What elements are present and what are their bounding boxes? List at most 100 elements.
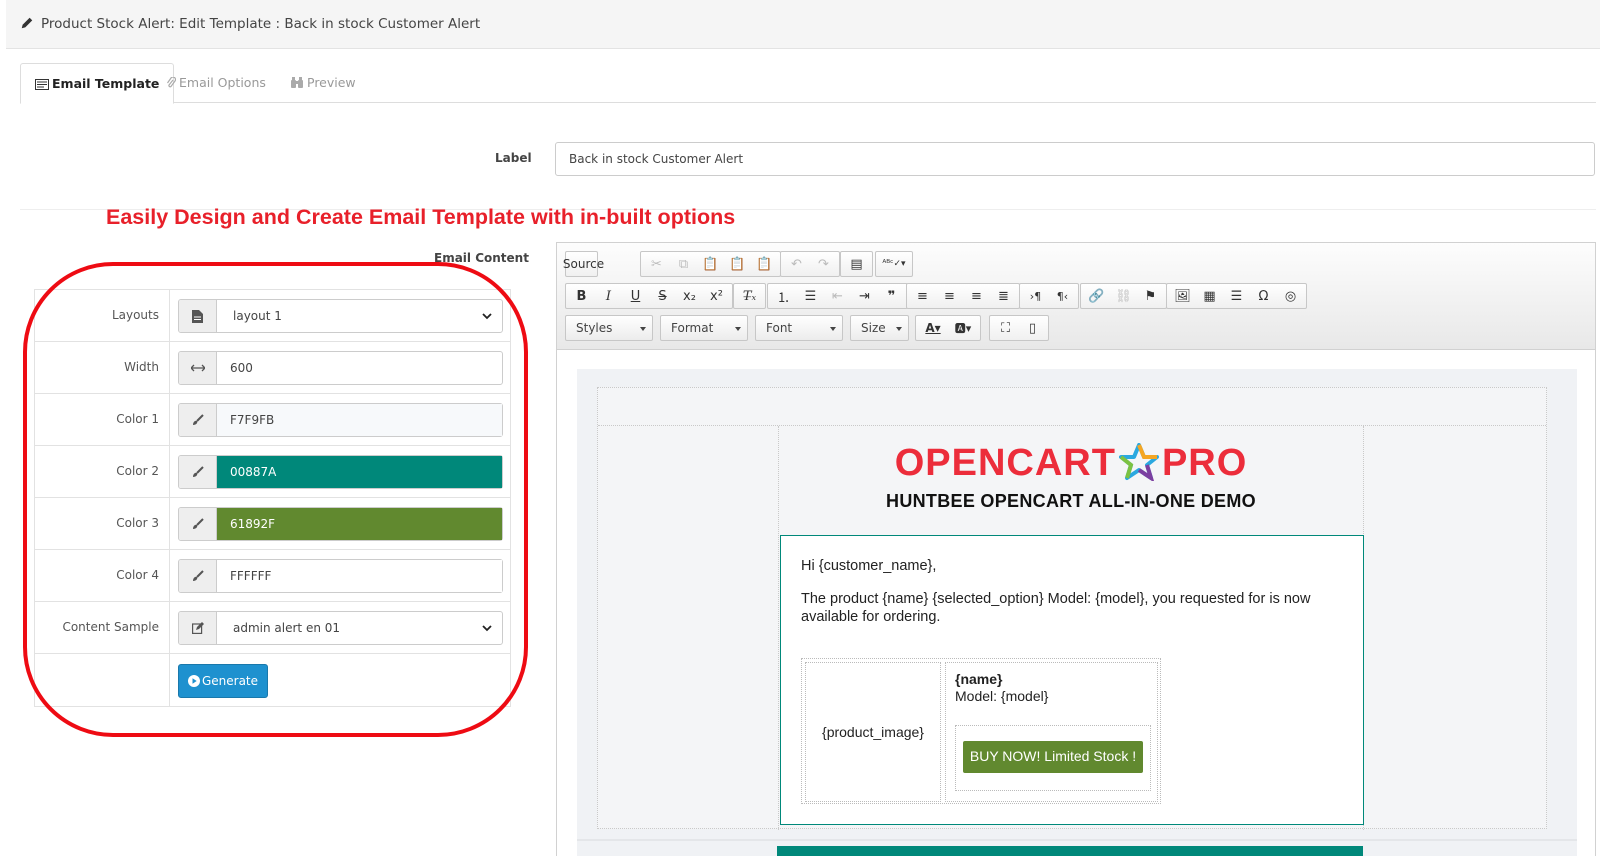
email-logo-area: OPENCART PRO HUNTBEE OPENCART ALL-IN-ONE … (779, 426, 1363, 536)
option-row-width: Width 600 (35, 342, 510, 394)
copy-icon[interactable]: ⧉ (670, 253, 697, 275)
color2-input[interactable]: 00887A (178, 455, 503, 489)
tab-preview[interactable]: Preview (290, 63, 356, 103)
maximize-icon[interactable]: ⛶ (992, 317, 1019, 339)
pencil-icon (21, 17, 33, 29)
blockquote-icon[interactable]: ❞ (878, 285, 905, 307)
caret-down-icon (830, 327, 836, 331)
outdent-icon[interactable]: ⇤ (824, 285, 851, 307)
email-message: The product {name} {selected_option} Mod… (801, 591, 1311, 625)
paste-text-icon[interactable]: 📋 (724, 253, 751, 275)
email-content-label: Email Content (434, 251, 529, 265)
page-header: Product Stock Alert: Edit Template : Bac… (6, 0, 1600, 49)
paste-word-icon[interactable]: 📋 (751, 253, 778, 275)
italic-icon[interactable]: I (595, 285, 622, 307)
binoculars-icon (291, 77, 303, 88)
brush-icon (179, 508, 217, 540)
brush-icon (179, 456, 217, 488)
caret-down-icon (640, 327, 646, 331)
align-left-icon[interactable]: ≡ (909, 285, 936, 307)
show-blocks-icon[interactable]: ▯ (1019, 317, 1046, 339)
tab-email-template[interactable]: Email Template (20, 63, 175, 104)
remove-format-icon[interactable]: T̶ₓ (736, 285, 763, 307)
numbered-list-icon[interactable]: ⒈ (770, 285, 797, 307)
content-sample-select[interactable]: admin alert en 01 (178, 611, 503, 645)
editor-canvas[interactable]: OPENCART PRO HUNTBEE OPENCART ALL-IN-ONE … (577, 369, 1577, 856)
bold-icon[interactable]: B (568, 285, 595, 307)
buy-now-button[interactable]: BUY NOW! Limited Stock ! (963, 741, 1143, 773)
option-row-color4: Color 4 FFFFFF (35, 550, 510, 602)
edit-icon (179, 612, 217, 644)
redo-icon[interactable]: ↷ (810, 253, 837, 275)
justify-icon[interactable]: ≣ (990, 285, 1017, 307)
templates-icon[interactable]: ▤ (843, 253, 870, 275)
bullet-list-icon[interactable]: ☰ (797, 285, 824, 307)
horizontal-rule-icon[interactable]: ☰ (1223, 285, 1250, 307)
email-top-strip (598, 388, 1546, 426)
editor-toolbar: Source ✂ ⧉ 📋 📋 📋 ↶ ↷ ▤ ᴬᴮᶜ✓▾ B I U S x₂ … (557, 243, 1595, 350)
strikethrough-icon[interactable]: S (649, 285, 676, 307)
product-table: {product_image} {name} Model: {model} BU… (801, 658, 1161, 804)
rtl-icon[interactable]: ¶‹ (1049, 285, 1076, 307)
envelope-icon (35, 79, 49, 90)
image-icon[interactable]: 🖼 (1169, 285, 1196, 307)
option-row-color1: Color 1 F7F9FB (35, 394, 510, 446)
unlink-icon[interactable]: ⛓ (1110, 285, 1137, 307)
subscript-icon[interactable]: x₂ (676, 285, 703, 307)
option-row-layouts: Layouts layout 1 (35, 290, 510, 342)
layouts-select[interactable]: layout 1 (178, 299, 503, 333)
option-row-color3: Color 3 61892F (35, 498, 510, 550)
spellcheck-icon[interactable]: ᴬᴮᶜ✓▾ (878, 253, 910, 275)
tab-bar: Email Template Email Options Preview (20, 63, 1596, 104)
bg-color-icon[interactable]: 🅰▾ (948, 317, 978, 339)
chevron-down-icon (482, 625, 492, 632)
email-body: Hi {customer_name}, The product {name} {… (780, 535, 1364, 825)
email-logo: OPENCART PRO (894, 442, 1248, 484)
source-button[interactable]: Source (563, 253, 604, 275)
brush-icon (179, 404, 217, 436)
tab-email-options[interactable]: Email Options (166, 63, 266, 103)
size-dropdown[interactable]: Size (850, 315, 909, 341)
ltr-icon[interactable]: ›¶ (1022, 285, 1049, 307)
format-dropdown[interactable]: Format (660, 315, 748, 341)
caret-down-icon (735, 327, 741, 331)
link-icon[interactable]: 🔗 (1083, 285, 1110, 307)
page-title: Product Stock Alert: Edit Template : Bac… (41, 16, 481, 32)
width-input[interactable]: 600 (178, 351, 503, 385)
align-center-icon[interactable]: ≡ (936, 285, 963, 307)
iframe-icon[interactable]: ◎ (1277, 285, 1304, 307)
product-model: Model: {model} (955, 687, 1049, 704)
anchor-flag-icon[interactable]: ⚑ (1137, 285, 1164, 307)
indent-icon[interactable]: ⇥ (851, 285, 878, 307)
email-tagline: HUNTBEE OPENCART ALL-IN-ONE DEMO (886, 491, 1256, 511)
arrows-horizontal-icon (179, 352, 217, 384)
color3-input[interactable]: 61892F (178, 507, 503, 541)
canvas-separator (577, 839, 1577, 841)
paste-icon[interactable]: 📋 (697, 253, 724, 275)
label-field-label: Label (495, 151, 532, 165)
option-row-content-sample: Content Sample admin alert en 01 (35, 602, 510, 654)
paperclip-icon (167, 76, 177, 88)
star-logo-icon (1118, 443, 1159, 483)
color4-input[interactable]: FFFFFF (178, 559, 503, 593)
cut-icon[interactable]: ✂ (643, 253, 670, 275)
file-icon (179, 300, 217, 332)
email-outer-table: OPENCART PRO HUNTBEE OPENCART ALL-IN-ONE … (597, 387, 1547, 830)
underline-icon[interactable]: U (622, 285, 649, 307)
option-row-generate: Generate (35, 654, 510, 706)
special-char-icon[interactable]: Ω (1250, 285, 1277, 307)
color1-input[interactable]: F7F9FB (178, 403, 503, 437)
label-input[interactable]: Back in stock Customer Alert (555, 142, 1595, 176)
text-color-icon[interactable]: A▾ (918, 317, 948, 339)
chevron-down-icon (482, 313, 492, 320)
generate-button[interactable]: Generate (178, 664, 268, 698)
option-row-color2: Color 2 00887A (35, 446, 510, 498)
align-right-icon[interactable]: ≡ (963, 285, 990, 307)
styles-dropdown[interactable]: Styles (565, 315, 653, 341)
table-icon[interactable]: ▦ (1196, 285, 1223, 307)
template-options-table: Layouts layout 1 Width 600 Color 1 F7F9F… (34, 289, 511, 707)
superscript-icon[interactable]: x² (703, 285, 730, 307)
promo-headline: Easily Design and Create Email Template … (106, 205, 736, 229)
font-dropdown[interactable]: Font (755, 315, 843, 341)
undo-icon[interactable]: ↶ (783, 253, 810, 275)
